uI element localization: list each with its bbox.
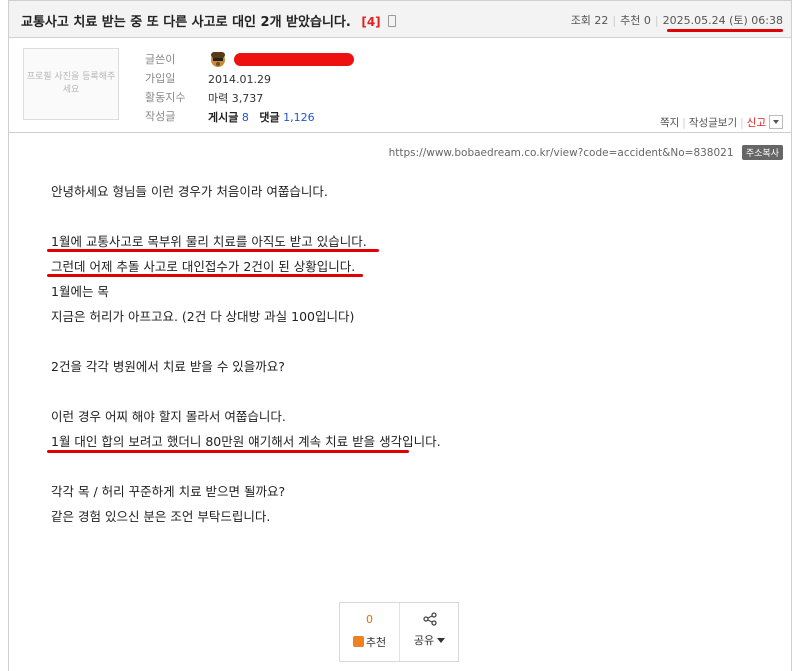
more-dropdown-button[interactable] bbox=[769, 115, 783, 129]
author-name-row[interactable] bbox=[208, 50, 354, 70]
recommend-button[interactable]: 0 추천 bbox=[340, 603, 400, 661]
joined-date: 2014.01.29 bbox=[208, 73, 271, 86]
recommend-count: 추천 0 bbox=[620, 14, 651, 27]
post-header: 교통사고 치료 받는 중 또 다른 사고로 대인 2개 받았습니다. [4] 조… bbox=[9, 1, 791, 38]
posts-count[interactable]: 8 bbox=[242, 111, 249, 124]
date-highlight-underline bbox=[667, 29, 783, 32]
message-link[interactable]: 쪽지 bbox=[660, 117, 679, 129]
content-line bbox=[51, 329, 751, 354]
comments-label: 댓글 bbox=[259, 111, 280, 124]
post-title: 교통사고 치료 받는 중 또 다른 사고로 대인 2개 받았습니다. [4] bbox=[21, 11, 397, 30]
url-line: https://www.bobaedream.co.kr/view?code=a… bbox=[389, 145, 783, 160]
activity-value: 마력 3,737 bbox=[208, 92, 264, 105]
content-line: 지금은 허리가 아프고요. (2건 다 상대방 과실 100입니다) bbox=[51, 309, 355, 324]
post-url: https://www.bobaedream.co.kr/view?code=a… bbox=[388, 147, 734, 159]
vote-share-box: 0 추천 공유 bbox=[339, 602, 459, 662]
share-label-row: 공유 bbox=[400, 632, 459, 648]
author-name-redacted[interactable] bbox=[233, 53, 354, 66]
label-joined: 가입일 bbox=[145, 72, 176, 85]
content-line: 1월에는 목 bbox=[51, 284, 109, 299]
content-line bbox=[51, 204, 751, 229]
highlight-underline bbox=[47, 274, 363, 277]
highlight-underline bbox=[47, 249, 379, 252]
post-datetime: 2025.05.24 (토) 06:38 bbox=[662, 14, 783, 27]
avatar-icon bbox=[211, 52, 225, 67]
post-comment-counts: 게시글 8 댓글 1,126 bbox=[208, 108, 354, 127]
post-content: 안녕하세요 형님들 이런 경우가 처음이라 여쭙습니다. 1월에 교통사고로 목… bbox=[51, 179, 751, 529]
recommend-label-row: 추천 bbox=[340, 634, 399, 650]
comment-count[interactable]: [4] bbox=[361, 15, 380, 29]
author-info-values: 2014.01.29 마력 3,737 게시글 8 댓글 1,126 bbox=[208, 50, 354, 127]
content-line bbox=[51, 454, 751, 479]
author-info-labels: 글쓴이 가입일 활동지수 작성글 bbox=[145, 50, 185, 126]
content-line: 이런 경우 어찌 해야 할지 몰라서 여쭙습니다. bbox=[51, 409, 286, 424]
thumbs-up-icon bbox=[352, 636, 364, 647]
share-icon bbox=[422, 612, 437, 626]
share-label: 공유 bbox=[413, 634, 435, 647]
mobile-icon bbox=[388, 15, 397, 27]
profile-placeholder-text: 프로필 사진을 등록해주세요 bbox=[26, 72, 116, 95]
highlight-underline bbox=[47, 450, 409, 453]
author-actions: 쪽지 | 작성글보기 | 신고 bbox=[660, 115, 783, 130]
post-title-text: 교통사고 치료 받는 중 또 다른 사고로 대인 2개 받았습니다. bbox=[21, 15, 351, 30]
post-meta: 조회 22 | 추천 0 | 2025.05.24 (토) 06:38 bbox=[570, 14, 783, 27]
share-button[interactable]: 공유 bbox=[400, 603, 459, 661]
content-line: 각각 목 / 허리 꾸준하게 치료 받으면 될까요? bbox=[51, 484, 286, 499]
recommend-label: 추천 bbox=[365, 636, 387, 649]
posts-label: 게시글 bbox=[208, 111, 239, 124]
view-count: 조회 22 bbox=[570, 14, 609, 27]
content-line bbox=[51, 379, 751, 404]
view-posts-link[interactable]: 작성글보기 bbox=[689, 117, 737, 129]
content-line: 같은 경험 있으신 분은 조언 부탁드립니다. bbox=[51, 509, 271, 524]
comments-count[interactable]: 1,126 bbox=[283, 111, 315, 124]
recommend-number: 0 bbox=[366, 613, 373, 626]
content-line: 2건을 각각 병원에서 치료 받을 수 있을까요? bbox=[51, 359, 285, 374]
chevron-down-icon bbox=[437, 638, 446, 643]
label-activity: 활동지수 bbox=[145, 91, 186, 104]
author-info: 프로필 사진을 등록해주세요 글쓴이 가입일 활동지수 작성글 2014.01.… bbox=[9, 38, 791, 133]
content-line: 안녕하세요 형님들 이런 경우가 처음이라 여쭙습니다. bbox=[51, 184, 328, 199]
label-posts: 작성글 bbox=[145, 110, 176, 123]
report-link[interactable]: 신고 bbox=[747, 117, 766, 129]
copy-url-button[interactable]: 주소복사 bbox=[741, 145, 783, 160]
label-writer: 글쓴이 bbox=[145, 53, 176, 66]
post-frame: 교통사고 치료 받는 중 또 다른 사고로 대인 2개 받았습니다. [4] 조… bbox=[8, 0, 792, 671]
profile-photo-placeholder: 프로필 사진을 등록해주세요 bbox=[23, 48, 119, 120]
